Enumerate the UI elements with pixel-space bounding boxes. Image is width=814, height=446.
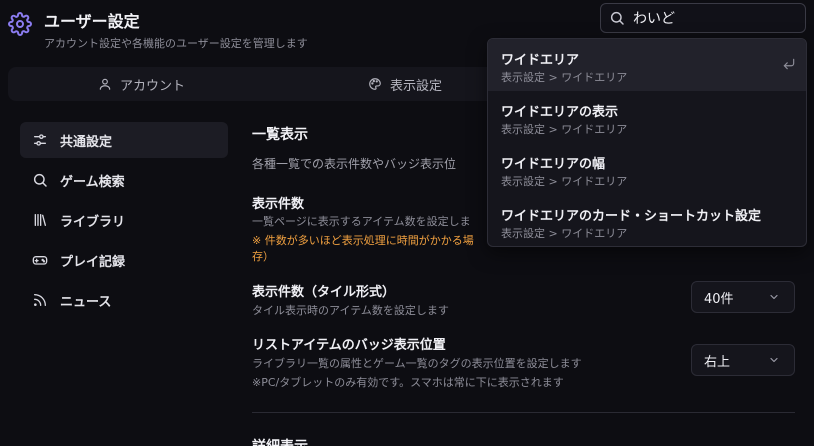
enter-key-icon bbox=[782, 57, 796, 71]
page-title: ユーザー設定 bbox=[44, 12, 140, 31]
search-input[interactable] bbox=[633, 10, 783, 26]
page-subtitle: アカウント設定や各機能のユーザー設定を管理します bbox=[44, 37, 308, 50]
section-description: 各種一覧での表示件数やバッジ表示位 bbox=[252, 157, 457, 171]
sidebar-item-library[interactable]: ライブラリ bbox=[20, 202, 228, 238]
setting-warning-continued: 存） bbox=[252, 250, 274, 263]
select-value: 右上 bbox=[704, 354, 731, 370]
badge-position-select[interactable]: 右上 bbox=[691, 344, 795, 376]
suggestion-title: ワイドエリア bbox=[501, 53, 580, 68]
suggestion-item[interactable]: ワイドエリアの幅 表示設定 > ワイドエリア bbox=[488, 143, 806, 195]
chevron-down-icon bbox=[768, 354, 780, 366]
search-icon bbox=[32, 172, 48, 188]
setting-description: タイル表示時のアイテム数を設定します bbox=[252, 304, 449, 317]
palette-icon bbox=[368, 77, 382, 91]
suggestion-path: 表示設定 > ワイドエリア bbox=[501, 175, 628, 188]
tab-account[interactable]: アカウント bbox=[98, 67, 185, 101]
setting-description: ライブラリ一覧の属性とゲーム一覧のタグの表示位置を設定します bbox=[252, 357, 582, 370]
sidebar-item-game-search[interactable]: ゲーム検索 bbox=[20, 162, 228, 198]
setting-warning: ※ 件数が多いほど表示処理に時間がかかる場 bbox=[252, 234, 474, 247]
gear-icon bbox=[8, 12, 32, 36]
suggestion-item[interactable]: ワイドエリアのカード・ショートカット設定 表示設定 > ワイドエリア bbox=[488, 195, 806, 246]
tile-count-select[interactable]: 40件 bbox=[691, 281, 795, 313]
setting-title: 表示件数 bbox=[252, 197, 305, 212]
sidebar-item-label: 共通設定 bbox=[60, 134, 113, 150]
library-icon bbox=[32, 212, 48, 228]
sidebar-item-news[interactable]: ニュース bbox=[20, 282, 228, 318]
select-value: 40件 bbox=[704, 291, 734, 307]
tab-account-label: アカウント bbox=[120, 78, 186, 94]
setting-note: ※PC/タブレットのみ有効です。スマホは常に下に表示されます bbox=[252, 376, 564, 389]
sidebar-item-label: ライブラリ bbox=[60, 214, 126, 230]
section-divider bbox=[252, 412, 795, 413]
suggestion-item[interactable]: ワイドエリアの表示 表示設定 > ワイドエリア bbox=[488, 91, 806, 143]
sliders-icon bbox=[32, 132, 48, 148]
suggestion-path: 表示設定 > ワイドエリア bbox=[501, 71, 628, 84]
suggestion-item[interactable]: ワイドエリア 表示設定 > ワイドエリア bbox=[488, 39, 806, 91]
tab-display-label: 表示設定 bbox=[390, 78, 443, 94]
sidebar-item-label: ニュース bbox=[60, 294, 112, 310]
suggestion-path: 表示設定 > ワイドエリア bbox=[501, 227, 628, 240]
rss-icon bbox=[32, 292, 48, 308]
suggestion-title: ワイドエリアの幅 bbox=[501, 157, 606, 172]
setting-title: 表示件数（タイル形式） bbox=[252, 285, 396, 300]
sidebar-item-common[interactable]: 共通設定 bbox=[20, 122, 228, 158]
suggestion-title: ワイドエリアのカード・ショートカット設定 bbox=[501, 209, 762, 224]
settings-search[interactable] bbox=[600, 3, 806, 33]
settings-page: ユーザー設定 アカウント設定や各機能のユーザー設定を管理します アカウント 表示… bbox=[0, 0, 814, 446]
search-suggestions: ワイドエリア 表示設定 > ワイドエリア ワイドエリアの表示 表示設定 > ワイ… bbox=[487, 38, 807, 247]
suggestion-title: ワイドエリアの表示 bbox=[501, 105, 619, 120]
sidebar-item-label: プレイ記録 bbox=[60, 254, 126, 270]
section-title: 一覧表示 bbox=[252, 127, 308, 143]
chevron-down-icon bbox=[768, 291, 780, 303]
user-icon bbox=[98, 77, 112, 91]
next-section-title: 詳細表示 bbox=[252, 436, 308, 446]
tab-display[interactable]: 表示設定 bbox=[368, 67, 442, 101]
search-icon bbox=[609, 10, 625, 26]
suggestion-path: 表示設定 > ワイドエリア bbox=[501, 123, 628, 136]
gamepad-icon bbox=[32, 252, 48, 268]
sidebar-item-play-log[interactable]: プレイ記録 bbox=[20, 242, 228, 278]
setting-title: リストアイテムのバッジ表示位置 bbox=[252, 338, 446, 353]
sidebar-item-label: ゲーム検索 bbox=[60, 174, 125, 190]
setting-description: 一覧ページに表示するアイテム数を設定しま bbox=[252, 215, 471, 228]
